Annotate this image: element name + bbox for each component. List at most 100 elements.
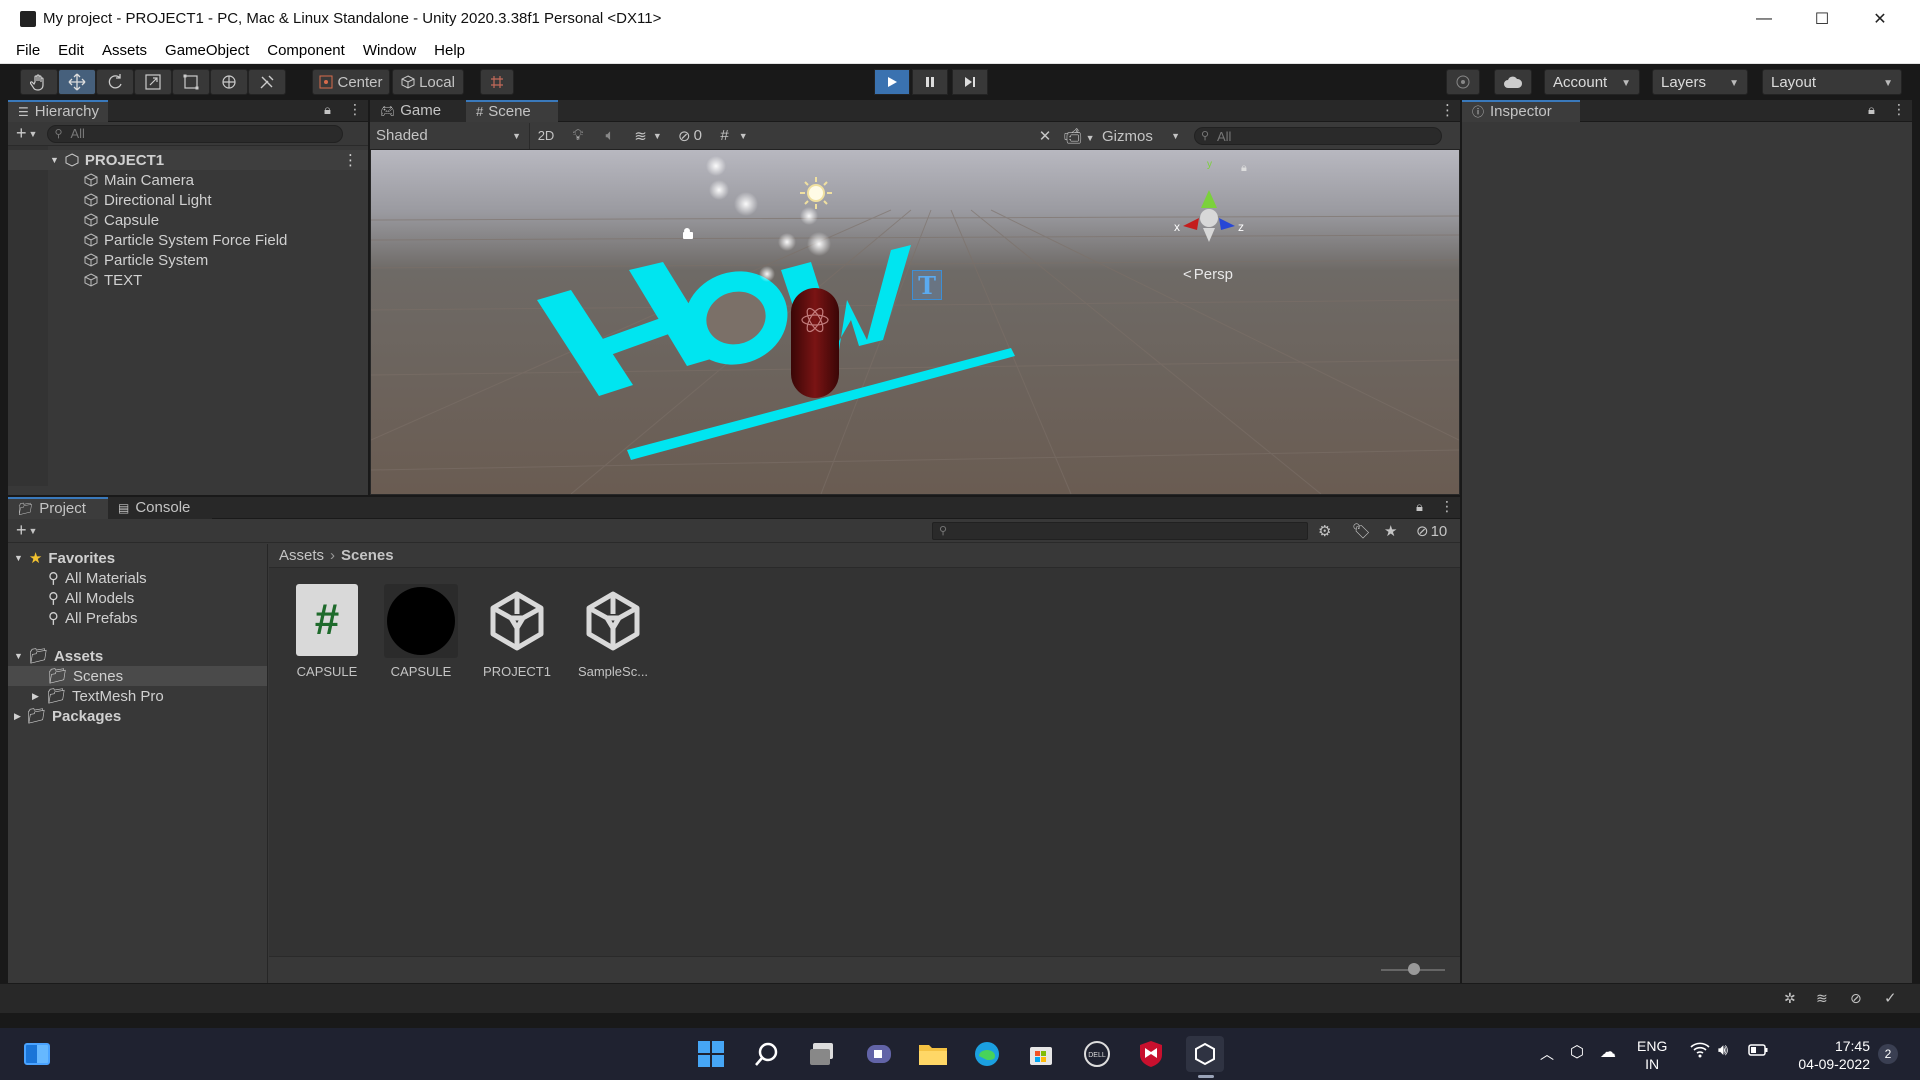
widgets-icon[interactable] — [18, 1036, 56, 1072]
account-dropdown[interactable]: Account ▼ — [1544, 69, 1640, 95]
search-icon[interactable] — [748, 1036, 786, 1072]
asset-tile[interactable]: SampleSc... — [571, 584, 655, 679]
effects-dropdown[interactable]: ≋ ▼ — [626, 123, 670, 149]
add-plus-icon[interactable]: + — [16, 520, 27, 541]
close-button[interactable]: ✕ — [1851, 0, 1909, 38]
hierarchy-item[interactable]: Particle System — [8, 250, 368, 270]
hierarchy-item[interactable]: TEXT — [8, 270, 368, 290]
kebab-menu-icon[interactable]: ⋮ — [1440, 101, 1455, 119]
pivot-center-toggle[interactable]: Center — [312, 69, 390, 95]
volume-icon[interactable]: 🔊︎ — [1718, 1042, 1728, 1060]
hand-tool-button[interactable] — [20, 69, 58, 95]
hierarchy-item[interactable]: Particle System Force Field — [8, 230, 368, 250]
kebab-menu-icon[interactable]: ⋮ — [1440, 498, 1454, 515]
minimize-button[interactable]: — — [1735, 0, 1793, 38]
menu-help[interactable]: Help — [434, 42, 465, 59]
onedrive-cloud-icon[interactable]: ☁ — [1600, 1042, 1616, 1062]
dell-icon[interactable]: DELL — [1078, 1036, 1116, 1072]
breadcrumb-scenes[interactable]: Scenes — [341, 547, 394, 564]
file-explorer-icon[interactable] — [914, 1036, 952, 1072]
assets-row[interactable]: ▼ 📁︎ Assets — [8, 646, 267, 666]
play-button[interactable] — [874, 69, 910, 95]
language-indicator[interactable]: ENG IN — [1637, 1037, 1667, 1073]
start-windows-icon[interactable] — [692, 1036, 730, 1072]
lighting-toggle[interactable]: 💡︎ — [562, 123, 594, 149]
asset-tile[interactable]: CAPSULE — [379, 584, 463, 679]
transform-tool-button[interactable] — [210, 69, 248, 95]
tab-scene[interactable]: # Scene — [466, 99, 558, 122]
wifi-icon[interactable] — [1690, 1042, 1710, 1063]
shading-mode-dropdown[interactable]: Shaded ▼ — [370, 122, 530, 149]
expand-arrow-icon[interactable]: ▼ — [50, 155, 59, 165]
cache-stack-icon[interactable]: ≋ — [1816, 990, 1828, 1007]
caret-down-icon[interactable]: ▼ — [29, 129, 38, 139]
edge-browser-icon[interactable] — [968, 1036, 1006, 1072]
hidden-objects-toggle[interactable]: ⊘ 0 — [670, 123, 710, 149]
gizmos-dropdown[interactable]: Gizmos ▼ — [1098, 123, 1186, 149]
move-tool-button[interactable] — [58, 69, 96, 95]
scale-tool-button[interactable] — [134, 69, 172, 95]
expand-arrow-icon[interactable]: ▼ — [14, 651, 23, 661]
scene-search-input[interactable]: ⚲ All — [1194, 127, 1442, 145]
pause-button[interactable] — [912, 69, 948, 95]
expand-arrow-icon[interactable]: ▶ — [32, 691, 39, 702]
search-by-type-icon[interactable]: ⚙︎ — [1318, 522, 1331, 540]
folder-item-scenes[interactable]: 📁︎ Scenes — [8, 666, 267, 686]
lock-icon[interactable]: 🔒︎ — [1868, 102, 1875, 118]
layers-dropdown[interactable]: Layers ▼ — [1652, 69, 1748, 95]
label-tag-icon[interactable]: 🏷︎ — [1352, 522, 1371, 540]
hierarchy-item[interactable]: Capsule — [8, 210, 368, 230]
grid-dropdown[interactable]: # ▼ — [710, 123, 758, 149]
tab-hierarchy[interactable]: ☰ Hierarchy — [8, 99, 108, 122]
expand-arrow-icon[interactable]: ▼ — [14, 553, 23, 563]
favorite-item[interactable]: ⚲ All Prefabs — [8, 608, 267, 628]
space-local-toggle[interactable]: Local — [392, 69, 464, 95]
grid-snap-button[interactable] — [480, 69, 514, 95]
scene-viewport[interactable]: T y x z < Persp 🔒︎ — [371, 150, 1459, 494]
auto-generate-lighting-icon[interactable]: ⊘ — [1850, 990, 1862, 1007]
icon-size-slider-thumb[interactable] — [1408, 963, 1420, 975]
layout-dropdown[interactable]: Layout ▼ — [1762, 69, 1902, 95]
menu-gameobject[interactable]: GameObject — [165, 42, 249, 59]
kebab-menu-icon[interactable]: ⋮ — [343, 151, 358, 169]
lock-icon[interactable]: 🔒︎ — [324, 102, 331, 118]
clock[interactable]: 17:45 04-09-2022 — [1780, 1037, 1870, 1073]
gizmo-lock-icon[interactable]: 🔒︎ — [1241, 162, 1247, 175]
asset-tile[interactable]: PROJECT1 — [475, 584, 559, 679]
menu-component[interactable]: Component — [267, 42, 345, 59]
packages-row[interactable]: ▶ 📁︎ Packages — [8, 706, 267, 726]
folder-item-textmesh[interactable]: ▶ 📁︎ TextMesh Pro — [8, 686, 267, 706]
expand-arrow-icon[interactable]: ▶ — [14, 711, 21, 722]
scene-row[interactable]: ▼ PROJECT1 ⋮ — [8, 150, 368, 170]
favorite-item[interactable]: ⚲ All Materials — [8, 568, 267, 588]
2d-mode-toggle[interactable]: 2D — [530, 123, 562, 149]
bug-icon[interactable]: ✲ — [1784, 990, 1796, 1007]
lock-icon[interactable]: 🔒︎ — [1416, 499, 1423, 515]
hierarchy-search-input[interactable]: ⚲ All — [47, 124, 344, 143]
tools-icon[interactable]: ✕ — [1030, 127, 1060, 145]
project-search-input[interactable]: ⚲ — [932, 522, 1308, 540]
chevron-up-icon[interactable]: ︿ — [1540, 1044, 1554, 1064]
hidden-packages-toggle[interactable]: ⊘ 10 — [1416, 522, 1447, 541]
hierarchy-item[interactable]: Directional Light — [8, 190, 368, 210]
battery-icon[interactable] — [1748, 1043, 1768, 1061]
network-cube-icon[interactable]: ⬡ — [1570, 1042, 1584, 1062]
favorite-item[interactable]: ⚲ All Models — [8, 588, 267, 608]
tab-project[interactable]: 📁︎ Project — [8, 496, 108, 519]
add-plus-icon[interactable]: + — [16, 123, 27, 144]
audio-toggle[interactable]: 🔈︎ — [594, 123, 626, 149]
projection-toggle[interactable]: < Persp — [1183, 266, 1233, 283]
tab-inspector[interactable]: ⓘ Inspector — [1462, 99, 1580, 122]
asset-tile[interactable]: # CAPSULE — [285, 584, 369, 679]
breadcrumb-assets[interactable]: Assets — [279, 547, 324, 564]
rect-tool-button[interactable] — [172, 69, 210, 95]
kebab-menu-icon[interactable]: ⋮ — [348, 101, 362, 118]
text-gizmo[interactable]: T — [912, 270, 942, 300]
menu-file[interactable]: File — [16, 42, 40, 59]
mcafee-shield-icon[interactable] — [1132, 1036, 1170, 1072]
rotate-tool-button[interactable] — [96, 69, 134, 95]
menu-edit[interactable]: Edit — [58, 42, 84, 59]
hierarchy-item[interactable]: Main Camera — [8, 170, 368, 190]
maximize-button[interactable]: ☐ — [1793, 0, 1851, 38]
menu-assets[interactable]: Assets — [102, 42, 147, 59]
